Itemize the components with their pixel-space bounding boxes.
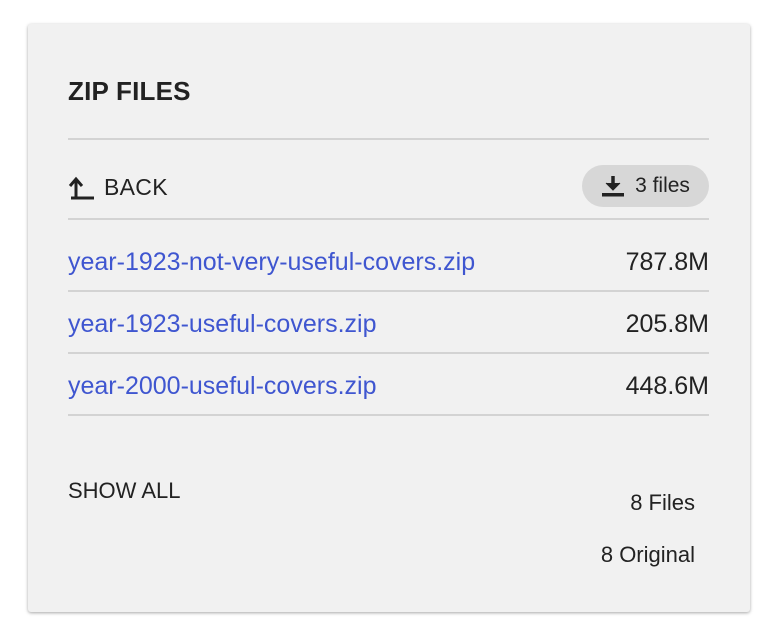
back-arrow-icon bbox=[68, 176, 96, 200]
download-icon bbox=[601, 174, 625, 198]
file-size: 448.6M bbox=[625, 372, 709, 400]
file-link[interactable]: year-1923-useful-covers.zip bbox=[68, 310, 376, 339]
divider bbox=[68, 414, 709, 416]
original-count: 8 Original bbox=[600, 542, 695, 567]
files-count: 8 Files bbox=[630, 490, 695, 515]
file-link[interactable]: year-1923-not-very-useful-covers.zip bbox=[68, 248, 475, 277]
file-row: year-2000-useful-covers.zip 448.6M bbox=[68, 356, 709, 416]
file-link[interactable]: year-2000-useful-covers.zip bbox=[68, 372, 376, 401]
back-label: BACK bbox=[104, 174, 168, 200]
divider bbox=[68, 138, 709, 140]
toolbar: BACK 3 files bbox=[68, 164, 709, 212]
divider bbox=[68, 352, 709, 354]
divider bbox=[68, 218, 709, 220]
file-size: 787.8M bbox=[625, 248, 709, 276]
file-size: 205.8M bbox=[625, 310, 709, 338]
file-row: year-1923-useful-covers.zip 205.8M bbox=[68, 294, 709, 354]
show-all-button[interactable]: SHOW ALL bbox=[68, 478, 180, 504]
file-row: year-1923-not-very-useful-covers.zip 787… bbox=[68, 232, 709, 292]
download-count-label: 3 files bbox=[635, 174, 690, 197]
zip-files-panel: ZIP FILES BACK 3 files year-1923-not-ver… bbox=[28, 24, 750, 612]
download-selected-button[interactable]: 3 files bbox=[582, 165, 709, 207]
panel-title: ZIP FILES bbox=[68, 76, 191, 106]
divider bbox=[68, 290, 709, 292]
back-button[interactable]: BACK bbox=[68, 174, 168, 201]
